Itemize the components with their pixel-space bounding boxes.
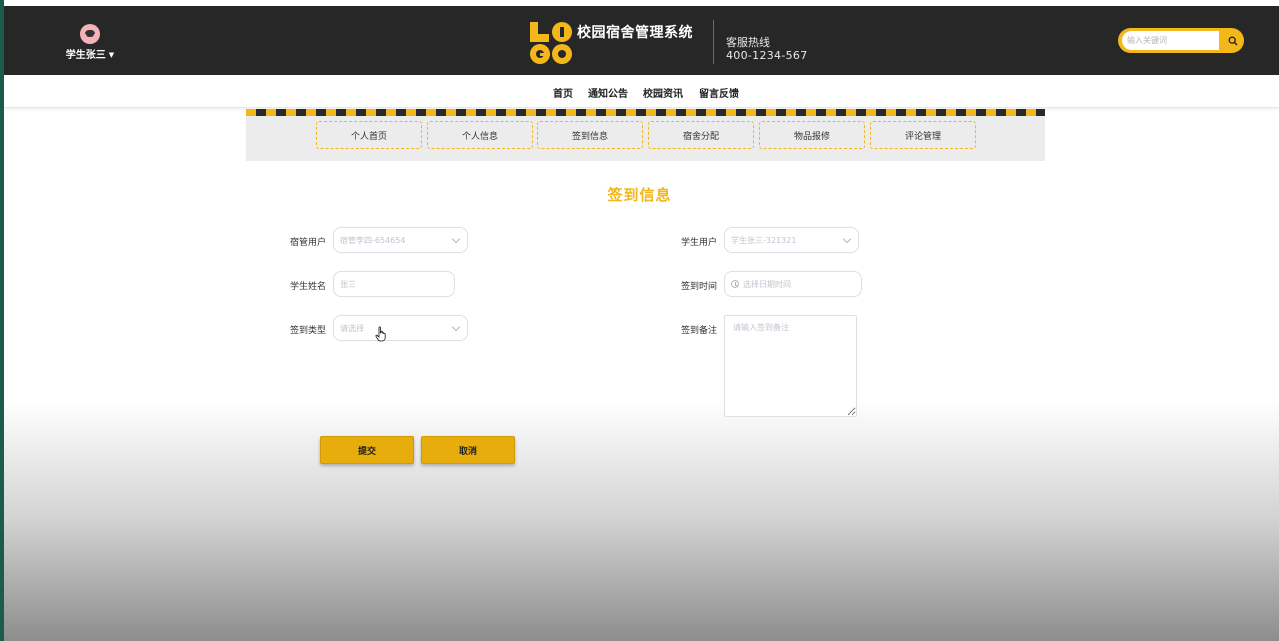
checkin-time-placeholder: 选择日期时间 — [743, 279, 791, 289]
nav-item-news[interactable]: 校园资讯 — [643, 85, 683, 100]
checkin-time-picker[interactable]: 选择日期时间 — [724, 271, 862, 297]
student-name-value: 张三 — [340, 279, 356, 289]
site-header: 学生张三 ▼ 校园宿舍管理系统 客服热线 400-1234-567 — [4, 6, 1279, 75]
dorm-user-label: 宿管用户 — [290, 238, 327, 248]
checkin-type-placeholder: 请选择 — [340, 323, 364, 333]
checkin-time-label: 签到时间 — [681, 282, 718, 292]
student-user-value: 学生张三-321321 — [731, 235, 797, 245]
caret-down-icon: ▼ — [108, 51, 115, 59]
checkin-note-label: 签到备注 — [681, 326, 718, 336]
clock-icon — [731, 280, 739, 288]
chevron-down-icon — [842, 234, 852, 244]
nav-item-notices[interactable]: 通知公告 — [588, 85, 628, 100]
search-input[interactable] — [1122, 31, 1219, 50]
page-title: 签到信息 — [607, 186, 672, 204]
subnav-item-home[interactable]: 个人首页 — [316, 121, 422, 149]
subnav-item-checkin[interactable]: 签到信息 — [537, 121, 643, 149]
main-nav: 首页 通知公告 校园资讯 留言反馈 — [4, 75, 1279, 108]
dorm-user-value: 宿管李四-654654 — [340, 235, 406, 245]
subnav-item-comments[interactable]: 评论管理 — [870, 121, 976, 149]
center-subnav: 个人首页 个人信息 签到信息 宿舍分配 物品报修 评论管理 — [246, 116, 1045, 161]
chevron-down-icon — [451, 322, 461, 332]
student-user-label: 学生用户 — [681, 238, 718, 248]
site-title: 校园宿舍管理系统 — [577, 25, 693, 41]
cancel-button[interactable]: 取消 — [421, 436, 515, 464]
nav-item-home[interactable]: 首页 — [553, 85, 573, 100]
header-divider — [713, 20, 714, 64]
logo-icon — [530, 22, 572, 64]
dorm-user-select[interactable]: 宿管李四-654654 — [333, 227, 468, 253]
search-button[interactable] — [1222, 28, 1244, 53]
hotline-number: 400-1234-567 — [726, 49, 808, 62]
hotline-label: 客服热线 — [726, 36, 770, 49]
checkin-note-textarea[interactable] — [724, 315, 857, 417]
nav-item-feedback[interactable]: 留言反馈 — [699, 85, 739, 100]
subnav-item-dorm-assign[interactable]: 宿舍分配 — [648, 121, 754, 149]
avatar — [80, 24, 100, 44]
hand-pointer-icon — [375, 326, 386, 342]
search-icon — [1228, 36, 1238, 45]
decorative-stripe — [246, 109, 1045, 116]
search-box — [1118, 28, 1244, 53]
user-name: 学生张三 — [65, 50, 106, 61]
subnav-item-profile[interactable]: 个人信息 — [427, 121, 533, 149]
chevron-down-icon — [451, 234, 461, 244]
student-name-label: 学生姓名 — [290, 282, 327, 292]
student-user-select[interactable]: 学生张三-321321 — [724, 227, 859, 253]
submit-button[interactable]: 提交 — [320, 436, 414, 464]
user-menu[interactable]: 学生张三 ▼ — [60, 24, 120, 61]
student-name-field[interactable]: 张三 — [333, 271, 455, 297]
subnav-item-repair[interactable]: 物品报修 — [759, 121, 865, 149]
checkin-type-select[interactable]: 请选择 — [333, 315, 468, 341]
checkin-type-label: 签到类型 — [290, 326, 327, 336]
